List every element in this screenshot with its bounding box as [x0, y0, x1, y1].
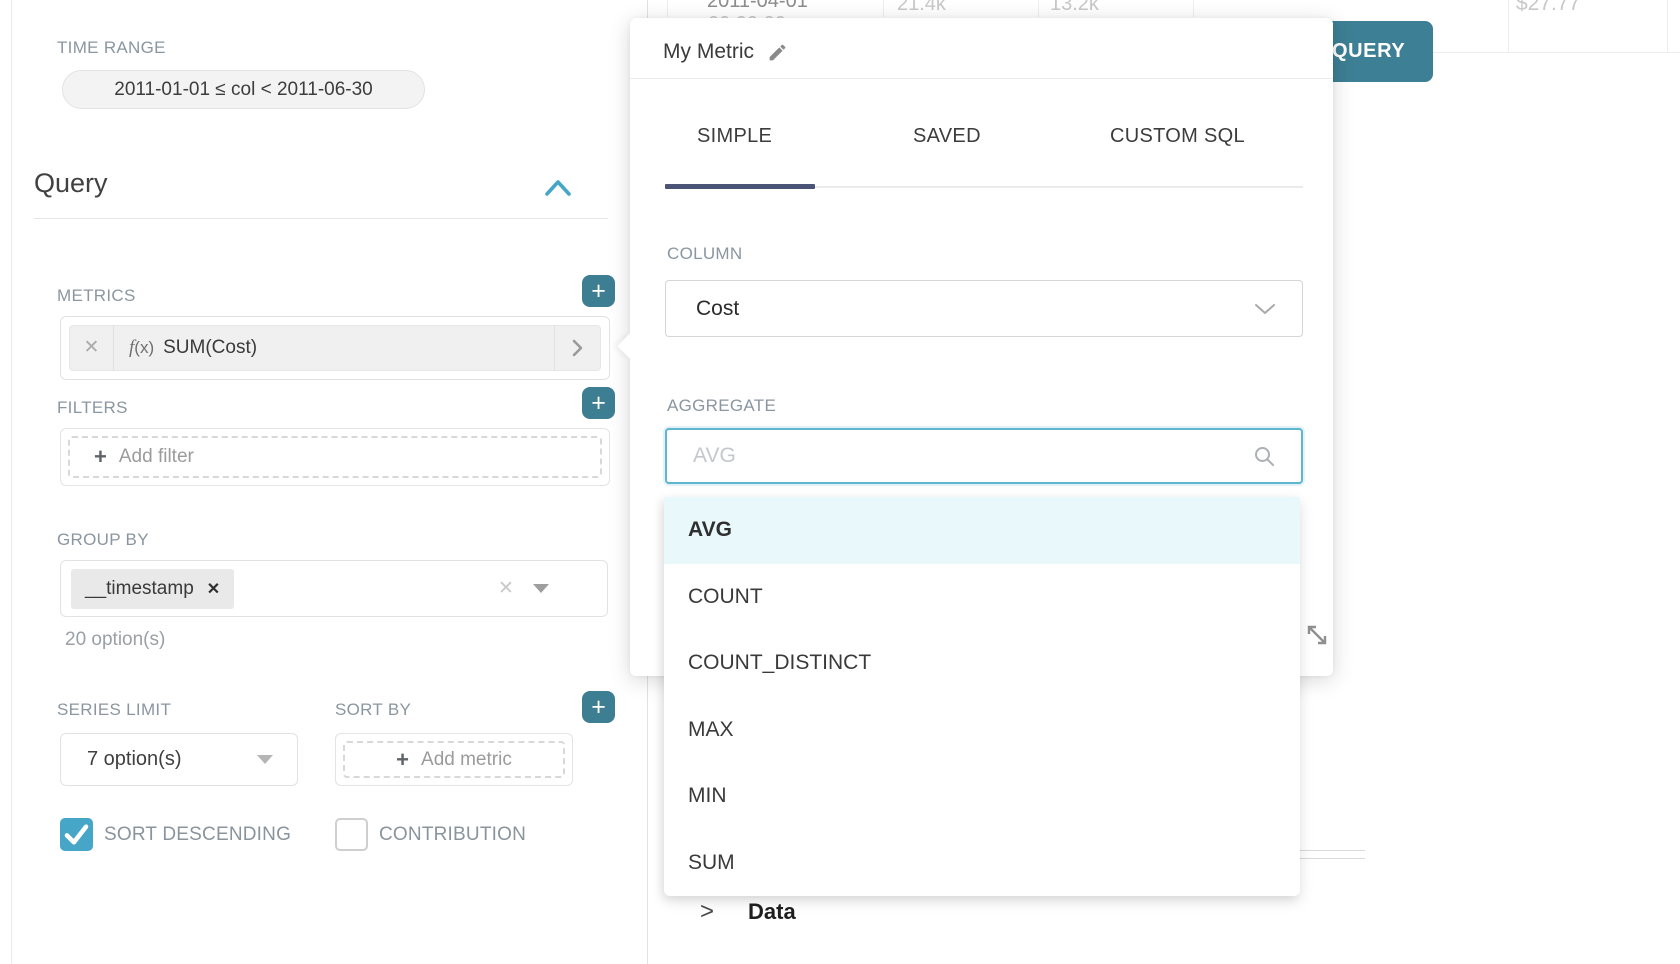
caret-down-icon[interactable] — [533, 584, 549, 593]
aggregate-combobox — [665, 428, 1303, 484]
aggregate-option-count[interactable]: COUNT — [664, 564, 1300, 631]
plus-icon: + — [396, 747, 409, 773]
tab-saved[interactable]: SAVED — [913, 125, 981, 148]
metric-expand-caret[interactable] — [554, 326, 600, 370]
series-limit-value: 7 option(s) — [87, 748, 182, 771]
add-metric-button[interactable]: + — [582, 275, 615, 307]
pencil-edit-icon[interactable] — [767, 42, 788, 63]
aggregate-label: AGGREGATE — [667, 396, 776, 416]
popover-title-row: My Metric — [663, 40, 788, 64]
data-section-label: Data — [748, 899, 796, 925]
filters-container: + Add filter — [60, 428, 610, 486]
table-gridline — [667, 0, 668, 17]
panel-left-border — [11, 0, 12, 964]
table-gridline — [1193, 0, 1194, 17]
table-cell-value: 21.4k — [897, 0, 946, 16]
table-gridline — [883, 0, 884, 17]
function-icon: f(x) — [129, 337, 154, 359]
aggregate-option-count-distinct[interactable]: COUNT_DISTINCT — [664, 630, 1300, 697]
check-icon — [60, 818, 93, 851]
plus-icon: + — [94, 444, 107, 470]
aggregate-options-dropdown: AVG COUNT COUNT_DISTINCT MAX MIN SUM — [664, 497, 1300, 896]
add-filter-label: Add filter — [119, 446, 194, 468]
remove-tag-icon[interactable]: ✕ — [207, 579, 220, 599]
add-filter-dropzone[interactable]: + Add filter — [68, 436, 602, 478]
sort-descending-option: SORT DESCENDING — [60, 818, 295, 852]
sort-by-container: + Add metric — [335, 733, 573, 786]
time-range-value-pill[interactable]: 2011-01-01 ≤ col < 2011-06-30 — [62, 70, 425, 109]
series-limit-select[interactable]: 7 option(s) — [60, 733, 298, 786]
column-value: Cost — [696, 297, 739, 321]
aggregate-option-min[interactable]: MIN — [664, 763, 1300, 830]
column-select[interactable]: Cost — [665, 280, 1303, 337]
group-by-label: GROUP BY — [57, 530, 149, 550]
group-by-tag-label: __timestamp — [85, 578, 194, 600]
column-label: COLUMN — [667, 244, 742, 264]
clear-select-icon[interactable]: ✕ — [498, 577, 514, 600]
table-cell-timestamp-date: 2011-04-01 — [707, 0, 808, 13]
popover-arrow — [617, 333, 642, 358]
popover-title: My Metric — [663, 40, 754, 64]
chevron-down-icon — [1254, 303, 1276, 315]
section-divider — [34, 218, 608, 219]
contribution-option: CONTRIBUTION — [335, 818, 595, 852]
contribution-checkbox[interactable] — [335, 818, 368, 851]
aggregate-input[interactable] — [667, 444, 1253, 468]
query-section-title: Query — [34, 168, 108, 199]
chevron-right-icon: > — [700, 898, 720, 926]
add-filter-button[interactable]: + — [582, 387, 615, 419]
resize-diagonal-icon[interactable] — [1302, 620, 1332, 650]
table-cell-value: 13.2k — [1050, 0, 1099, 16]
search-icon — [1253, 445, 1275, 467]
series-limit-label: SERIES LIMIT — [57, 700, 171, 720]
metric-name: SUM(Cost) — [163, 337, 554, 359]
filters-label: FILTERS — [57, 398, 128, 418]
sort-descending-checkbox[interactable] — [60, 818, 93, 851]
metrics-container: ✕ f(x) SUM(Cost) — [60, 316, 610, 380]
sort-descending-label: SORT DESCENDING — [104, 824, 291, 845]
table-gridline — [1038, 0, 1039, 17]
metric-pill[interactable]: ✕ f(x) SUM(Cost) — [69, 325, 601, 371]
tab-simple[interactable]: SIMPLE — [697, 125, 772, 148]
group-by-options-hint: 20 option(s) — [65, 629, 165, 651]
table-gridline — [1508, 0, 1509, 52]
data-section-header[interactable]: > Data — [700, 898, 796, 926]
contribution-label: CONTRIBUTION — [379, 824, 526, 845]
active-tab-indicator — [665, 184, 815, 189]
chevron-up-icon[interactable] — [544, 178, 572, 198]
remove-metric-icon[interactable]: ✕ — [70, 326, 114, 370]
aggregate-option-sum[interactable]: SUM — [664, 830, 1300, 897]
add-sort-metric-label: Add metric — [421, 749, 512, 771]
table-cell-value: $27.77 — [1516, 0, 1580, 16]
sort-by-label: SORT BY — [335, 700, 411, 720]
aggregate-option-max[interactable]: MAX — [664, 697, 1300, 764]
chevron-right-icon — [572, 339, 583, 357]
group-by-select[interactable]: __timestamp ✕ ✕ — [60, 560, 608, 617]
add-sort-metric-dropzone[interactable]: + Add metric — [343, 741, 565, 778]
divider — [630, 78, 1333, 79]
metrics-label: METRICS — [57, 286, 136, 306]
aggregate-option-avg[interactable]: AVG — [664, 497, 1300, 564]
table-gridline — [1667, 0, 1668, 52]
add-sort-metric-button[interactable]: + — [582, 691, 615, 723]
time-range-label: TIME RANGE — [57, 38, 166, 58]
group-by-tag: __timestamp ✕ — [71, 569, 234, 609]
tab-custom-sql[interactable]: CUSTOM SQL — [1110, 125, 1245, 148]
caret-down-icon — [257, 755, 273, 764]
